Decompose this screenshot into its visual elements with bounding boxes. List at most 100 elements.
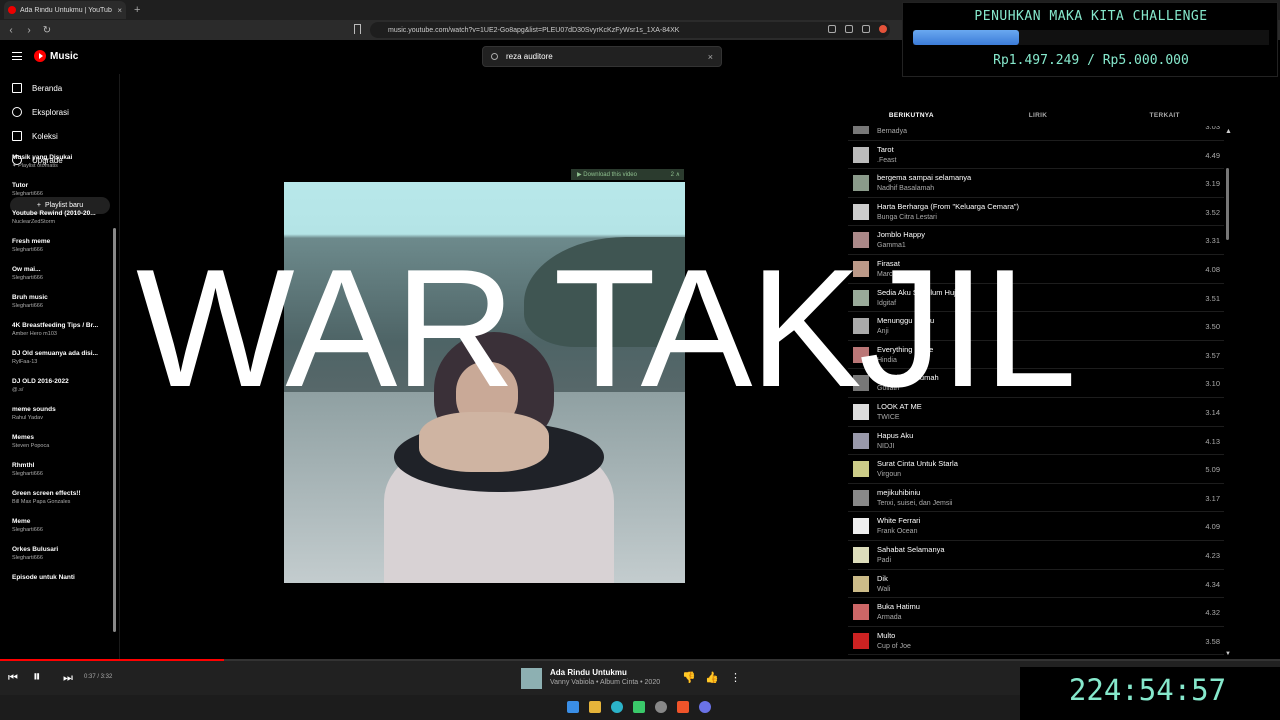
discord-icon[interactable] <box>699 701 711 713</box>
challenge-widget: PENUHKAN MAKA KITA CHALLENGE Rp1.497.249… <box>902 2 1278 77</box>
queue-item[interactable]: Harta Berharga (From "Keluarga Cemara") B… <box>848 198 1224 227</box>
pause-icon[interactable]: ⏸ <box>33 668 41 685</box>
sidebar-playlist-item[interactable]: meme sounds Rahul Yadav <box>12 406 108 421</box>
sidebar-playlist-item[interactable]: Fresh meme Slegharti666 <box>12 238 108 253</box>
sidebar-playlist-item[interactable]: Youtube Rewind (2010-20... NuclearZedStor… <box>12 210 108 225</box>
queue-item-title: Buka Hatimu <box>877 602 920 612</box>
queue-item-duration: 3.58 <box>1205 636 1220 646</box>
now-playing-title[interactable]: Ada Rindu Untukmu <box>550 668 627 677</box>
queue-item-thumbnail <box>853 518 869 535</box>
sidebar-playlist-item[interactable]: Episode untuk Nanti <box>12 574 108 583</box>
media-player-icon[interactable] <box>633 701 645 713</box>
scroll-down-icon[interactable]: ▼ <box>1225 651 1231 657</box>
clear-search-icon[interactable]: × <box>708 52 713 62</box>
queue-item[interactable]: Bernadya 3.03 <box>848 126 1224 141</box>
download-video-bar[interactable]: ▶ Download this video 2 ∧ <box>571 169 684 180</box>
queue-item[interactable]: Sahabat Selamanya Padi 4.23 <box>848 541 1224 570</box>
sidebar-playlist-item[interactable]: Ow mai... Slegharti666 <box>12 266 108 281</box>
brave-shield-icon[interactable] <box>879 25 887 33</box>
queue-item[interactable]: Dik Wali 4.34 <box>848 570 1224 599</box>
youtube-music-logo[interactable]: Music <box>34 50 78 62</box>
sidebar-playlist-item[interactable]: Meme Slegharti666 <box>12 518 108 533</box>
sidebar-playlist-item[interactable]: Rhmthl Slegharti666 <box>12 462 108 477</box>
music-logo-icon <box>34 50 46 62</box>
queue-item-artist: Cup of Joe <box>877 642 911 650</box>
tab-terkait[interactable]: TERKAIT <box>1101 108 1228 126</box>
challenge-amount: Rp1.497.249 / Rp5.000.000 <box>993 53 1189 68</box>
sidebar-item-eksplorasi[interactable]: Eksplorasi <box>12 107 69 117</box>
playlist-owner: ✦ Playlist otomatis <box>12 163 58 169</box>
queue-item[interactable]: Multo Cup of Joe 3.58 <box>848 627 1224 656</box>
like-icon[interactable]: 👍 <box>705 671 719 684</box>
queue-item[interactable]: Buka Hatimu Armada 4.32 <box>848 598 1224 627</box>
sidebar-playlist-item[interactable]: DJ Old semuanya ada disi... RylFaa-13 <box>12 350 108 365</box>
sidebar-playlist-item[interactable]: Musik yang Disukai ✦ Playlist otomatis <box>12 154 108 169</box>
sidebar-playlist-item[interactable]: DJ OLD 2016-2022 @.s/ <box>12 378 108 393</box>
queue-item-thumbnail <box>853 547 869 563</box>
sidebar-playlist-item[interactable]: Memes Steven Popoca <box>12 434 108 449</box>
sidebar-playlist-item[interactable]: 4K Breastfeeding Tips / Br... Amber Hero … <box>12 322 108 337</box>
more-options-icon[interactable]: ⋮ <box>730 671 741 684</box>
queue-item-artist: Padi <box>877 557 892 564</box>
bookmark-icon[interactable] <box>354 24 361 34</box>
install-icon[interactable] <box>862 25 870 33</box>
menu-icon[interactable] <box>12 52 22 60</box>
playlist-owner: Slegharti666 <box>12 555 43 561</box>
sidebar-item-koleksi[interactable]: Koleksi <box>12 131 58 141</box>
queue-scrollbar[interactable] <box>1226 168 1229 240</box>
sidebar-playlist-item[interactable]: Bruh music Slegharti666 <box>12 294 108 309</box>
sidebar-scrollbar[interactable] <box>113 228 116 632</box>
queue-item-duration: 3.19 <box>1205 179 1220 189</box>
queue-item[interactable]: Hapus Aku NIDJI 4.13 <box>848 427 1224 456</box>
tab-lirik[interactable]: LIRIK <box>975 108 1102 126</box>
new-tab-button[interactable]: + <box>134 4 140 16</box>
queue-item[interactable]: White Ferrari Frank Ocean 4.09 <box>848 512 1224 541</box>
now-playing-thumbnail[interactable] <box>521 668 542 689</box>
library-icon <box>12 131 22 141</box>
sidebar-playlist-item[interactable]: Orkes Bulusari Slegharti666 <box>12 546 108 561</box>
scroll-up-icon[interactable]: ▲ <box>1225 128 1232 135</box>
url-field[interactable]: music.youtube.com/watch?v=1UE2-Go8apg&li… <box>370 22 890 38</box>
sidebar-playlist-item[interactable]: Tutor Slegharti666 <box>12 182 108 197</box>
close-tab-icon[interactable]: × <box>117 6 122 15</box>
playlist-title: Musik yang Disukai <box>12 154 73 161</box>
search-box[interactable]: reza auditore × <box>482 46 722 67</box>
queue-item[interactable]: Surat Cinta Untuk Starla Virgoun 5.09 <box>848 455 1224 484</box>
brave-icon[interactable] <box>677 701 689 713</box>
queue-item-duration: 5.09 <box>1205 465 1220 475</box>
sidebar-item-beranda[interactable]: Beranda <box>12 83 62 93</box>
sidebar-playlist-item[interactable]: Green screen effects!! Bill Max Papa Gonz… <box>12 490 108 505</box>
edge-icon[interactable] <box>611 701 623 713</box>
queue-item-artist: Frank Ocean <box>877 528 918 536</box>
queue-item[interactable]: bergema sampai selamanya Nadhif Basalamah… <box>848 169 1224 198</box>
playlist-owner: Slegharti666 <box>12 191 43 197</box>
forward-icon[interactable]: › <box>22 25 36 36</box>
queue-item-title: bergema sampai selamanya <box>877 173 972 183</box>
translate-icon[interactable] <box>828 25 836 33</box>
queue-item[interactable]: Tarot .Feast 4.49 <box>848 141 1224 170</box>
file-explorer-icon[interactable] <box>589 701 601 713</box>
queue-item-title: mejikuhibiniu <box>877 487 921 497</box>
queue-item-duration: 3.57 <box>1205 350 1220 360</box>
start-icon[interactable] <box>567 701 579 713</box>
playlist-title: 4K Breastfeeding Tips / Br... <box>12 322 99 329</box>
queue-item[interactable]: mejikuhibiniu Tenxi, suisei, dan Jemsii 3.… <box>848 484 1224 513</box>
next-icon[interactable]: ⏭ <box>63 672 73 685</box>
chrome-icon[interactable] <box>655 701 667 713</box>
playlist-owner: Steven Popoca <box>12 443 50 449</box>
reload-icon[interactable]: ↻ <box>40 25 54 36</box>
dislike-icon[interactable]: 👎 <box>682 671 696 684</box>
taskbar-icons <box>567 701 711 713</box>
tab-berikutnya[interactable]: BERIKUTNYA <box>848 108 975 126</box>
explore-icon <box>12 107 22 117</box>
queue-item-artist: Armada <box>877 614 902 622</box>
now-playing-subtitle[interactable]: Vanny Vabiola • Album Cinta • 2020 <box>550 679 660 686</box>
browser-tab[interactable]: Ada Rindu Untukmu | YouTub × <box>4 1 126 19</box>
previous-icon[interactable]: ⏮ <box>8 672 18 685</box>
cast-icon[interactable] <box>845 25 853 33</box>
back-icon[interactable]: ‹ <box>4 25 18 36</box>
playlist-owner: NuclearZedStorm <box>12 219 56 225</box>
queue-item-title: Harta Berharga (From "Keluarga Cemara") <box>877 201 1020 211</box>
queue-item-duration: 4.32 <box>1205 608 1220 618</box>
search-input[interactable]: reza auditore <box>506 52 708 61</box>
